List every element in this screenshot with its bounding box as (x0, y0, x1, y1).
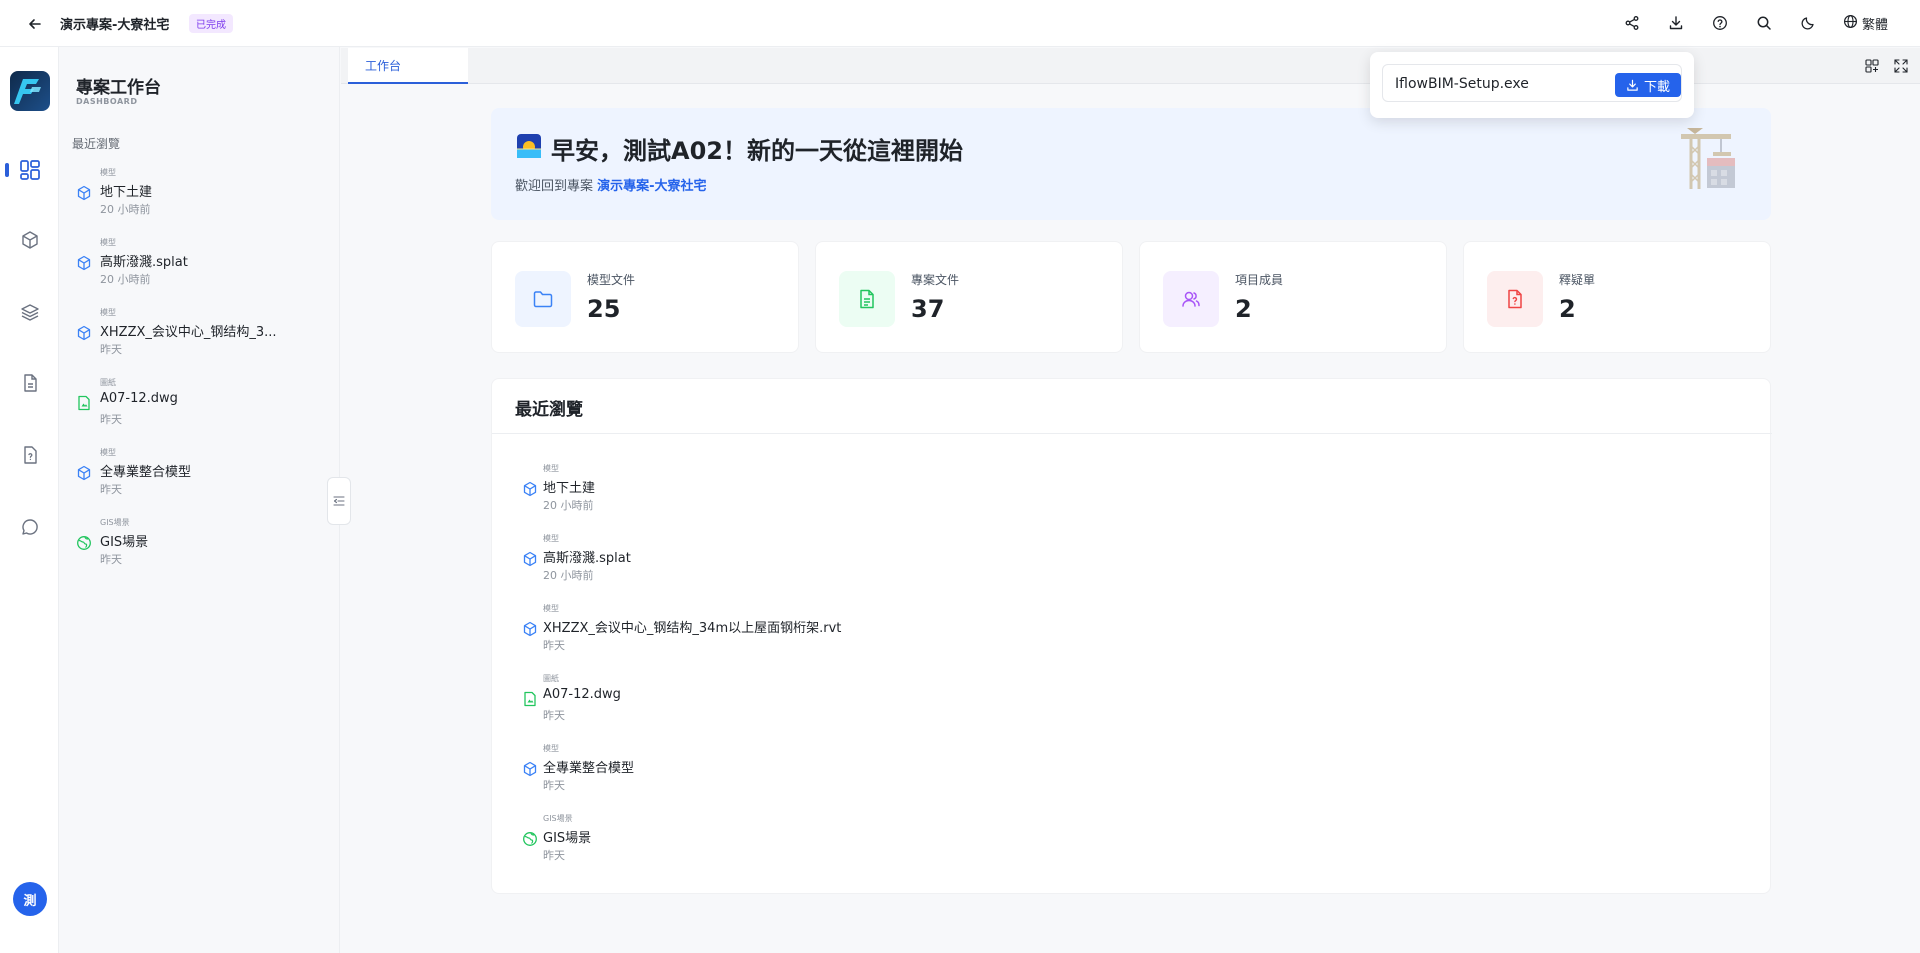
icon-rail: 測 (0, 47, 59, 953)
moon-icon[interactable] (1797, 12, 1819, 34)
split-view-icon[interactable] (1863, 57, 1881, 75)
recent-title: 最近瀏覽 (515, 400, 583, 420)
tab-workbench[interactable]: 工作台 (348, 48, 468, 84)
avatar[interactable]: 測 (13, 882, 47, 916)
download-button[interactable]: 下載 (1615, 73, 1681, 97)
list-item[interactable]: GIS場景 GIS場景 昨天 (76, 517, 326, 577)
project-title: 演示專案-大寮社宅 (60, 18, 170, 33)
stat-value: 25 (587, 295, 621, 323)
dashboard-icon[interactable] (17, 157, 43, 183)
back-arrow-icon[interactable] (24, 13, 46, 35)
construction-crane-icon (1671, 126, 1741, 196)
list-item[interactable]: GIS場景 GIS場景 昨天 (522, 813, 1122, 873)
stat-label: 釋疑單 (1559, 273, 1596, 287)
list-item[interactable]: 圖紙 A07-12.dwg 昨天 (522, 673, 1122, 733)
stat-label: 專案文件 (911, 273, 960, 287)
recent-panel: 最近瀏覽 模型 地下土建 20 小時前 模型 高斯潑濺.splat 20 小時前… (491, 378, 1772, 894)
welcome-subtitle: 歡迎回到專案 演示專案-大寮社宅 (515, 179, 707, 194)
folder-icon (515, 271, 571, 327)
share-icon[interactable] (1621, 12, 1643, 34)
stat-value: 2 (1235, 295, 1252, 323)
welcome-title: 早安，測試A02！新的一天從這裡開始 (515, 131, 963, 166)
stat-value: 2 (1559, 295, 1576, 323)
cube-icon[interactable] (17, 227, 43, 253)
document-icon[interactable] (17, 370, 43, 396)
stat-card-model-files[interactable]: 模型文件 25 (491, 241, 799, 353)
recent-section-label: 最近瀏覽 (72, 137, 121, 151)
drawing-icon (522, 691, 538, 707)
language-switch[interactable]: 繁體 (1843, 12, 1888, 34)
status-badge: 已完成 (189, 14, 233, 33)
divider (492, 433, 1772, 434)
cube-icon (522, 761, 538, 777)
panel-subtitle: DASHBOARD (76, 97, 138, 106)
download-file-box: IflowBIM-Setup.exe 下載 (1382, 64, 1682, 102)
download-icon (1627, 79, 1638, 91)
collapse-icon (333, 496, 345, 506)
sunrise-icon (515, 132, 543, 166)
list-item[interactable]: 模型 高斯潑濺.splat 20 小時前 (522, 533, 1122, 593)
list-item[interactable]: 模型 全專業整合模型 昨天 (522, 743, 1122, 803)
globe-icon (76, 535, 92, 551)
layers-icon[interactable] (17, 299, 43, 325)
globe-icon (1843, 14, 1858, 33)
cube-icon (76, 185, 92, 201)
list-item[interactable]: 模型 地下土建 20 小時前 (76, 167, 326, 227)
welcome-banner: 早安，測試A02！新的一天從這裡開始 歡迎回到專案 演示專案-大寮社宅 (491, 108, 1771, 220)
list-item[interactable]: 模型 地下土建 20 小時前 (522, 463, 1122, 523)
cube-icon (522, 621, 538, 637)
list-item[interactable]: 模型 XHZZX_会议中心_钢结构_3... 昨天 (76, 307, 326, 367)
stat-card-project-files[interactable]: 專案文件 37 (815, 241, 1123, 353)
globe-icon (522, 831, 538, 847)
chat-icon[interactable] (17, 514, 43, 540)
list-item[interactable]: 模型 高斯潑濺.splat 20 小時前 (76, 237, 326, 297)
search-icon[interactable] (1753, 12, 1775, 34)
side-panel: 專案工作台 DASHBOARD 最近瀏覽 模型 地下土建 20 小時前 模型 高… (60, 47, 340, 953)
stat-value: 37 (911, 295, 945, 323)
help-icon[interactable] (1709, 12, 1731, 34)
users-icon (1163, 271, 1219, 327)
list-item[interactable]: 圖紙 A07-12.dwg 昨天 (76, 377, 326, 437)
fullscreen-icon[interactable] (1892, 57, 1910, 75)
stat-label: 項目成員 (1235, 273, 1284, 287)
project-link[interactable]: 演示專案-大寮社宅 (597, 179, 706, 194)
cube-icon (76, 325, 92, 341)
download-icon[interactable] (1665, 12, 1687, 34)
stat-card-rfi[interactable]: 釋疑單 2 (1463, 241, 1771, 353)
cube-icon (522, 551, 538, 567)
download-popover: IflowBIM-Setup.exe 下載 (1370, 52, 1694, 118)
cube-icon (76, 465, 92, 481)
download-filename: IflowBIM-Setup.exe (1395, 76, 1529, 92)
list-item[interactable]: 模型 全專業整合模型 昨天 (76, 447, 326, 507)
cube-icon (522, 481, 538, 497)
panel-title: 專案工作台 (76, 78, 161, 98)
language-label: 繁體 (1862, 17, 1889, 33)
stat-card-members[interactable]: 項目成員 2 (1139, 241, 1447, 353)
drawing-icon (76, 395, 92, 411)
app-logo[interactable] (10, 71, 50, 111)
collapse-panel-button[interactable] (327, 477, 351, 525)
list-item[interactable]: 模型 XHZZX_会议中心_钢结构_34m以上屋面钢桁架.rvt 昨天 (522, 603, 1122, 663)
question-doc-icon[interactable] (17, 442, 43, 468)
cube-icon (76, 255, 92, 271)
rail-active-indicator (5, 163, 9, 177)
stat-label: 模型文件 (587, 273, 636, 287)
file-text-icon (839, 271, 895, 327)
question-doc-icon (1487, 271, 1543, 327)
top-bar: 演示專案-大寮社宅 已完成 繁體 (0, 0, 1920, 47)
